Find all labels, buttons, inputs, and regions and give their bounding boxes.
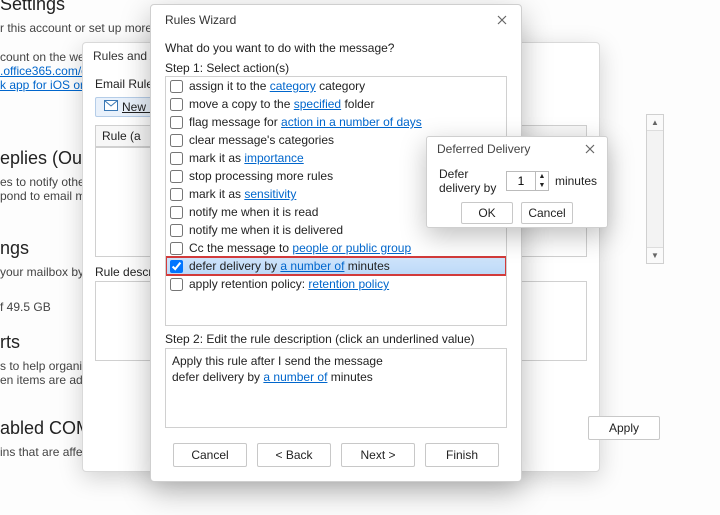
action-label: apply retention policy: retention policy bbox=[189, 277, 389, 291]
action-label: move a copy to the specified folder bbox=[189, 97, 374, 111]
defer-title: Deferred Delivery bbox=[437, 142, 530, 156]
bg-text: count on the web. bbox=[0, 50, 95, 64]
wizard-prompt: What do you want to do with the message? bbox=[165, 41, 507, 55]
action-row[interactable]: flag message for action in a number of d… bbox=[166, 113, 506, 131]
cancel-button[interactable]: Cancel bbox=[521, 202, 573, 224]
action-checkbox[interactable] bbox=[170, 242, 183, 255]
minutes-stepper[interactable]: ▲ ▼ bbox=[506, 171, 549, 191]
action-label: Cc the message to people or public group bbox=[189, 241, 411, 255]
action-checkbox[interactable] bbox=[170, 152, 183, 165]
action-label: mark it as sensitivity bbox=[189, 187, 296, 201]
action-label: clear message's categories bbox=[189, 133, 334, 147]
action-checkbox[interactable] bbox=[170, 170, 183, 183]
action-checkbox[interactable] bbox=[170, 260, 183, 273]
bg-link-office[interactable]: .office365.com/o bbox=[0, 64, 88, 78]
bg-link-app[interactable]: k app for iOS or A bbox=[0, 78, 95, 92]
defer-label: Defer delivery by bbox=[439, 167, 500, 195]
deferred-delivery-dialog: Deferred Delivery Defer delivery by ▲ ▼ … bbox=[426, 136, 608, 228]
action-link[interactable]: people or public group bbox=[292, 241, 411, 255]
action-link[interactable]: specified bbox=[294, 97, 341, 111]
desc-line1: Apply this rule after I send the message bbox=[172, 353, 500, 369]
bg-text: your mailbox by bbox=[0, 265, 84, 279]
scrollbar[interactable]: ▲ ▼ bbox=[646, 114, 664, 264]
rules-wizard-dialog: Rules Wizard What do you want to do with… bbox=[150, 4, 522, 482]
bg-text: r this account or set up more bbox=[0, 21, 152, 35]
rules-alerts-title: Rules and A bbox=[93, 49, 158, 63]
action-label: mark it as importance bbox=[189, 151, 304, 165]
scroll-down-icon[interactable]: ▼ bbox=[647, 247, 663, 263]
bg-text: f 49.5 GB bbox=[0, 300, 51, 314]
action-link[interactable]: retention policy bbox=[308, 277, 389, 291]
action-label: defer delivery by a number of minutes bbox=[189, 259, 390, 273]
step-down-icon[interactable]: ▼ bbox=[536, 181, 548, 190]
step1-label: Step 1: Select action(s) bbox=[165, 61, 507, 75]
next-button[interactable]: Next > bbox=[341, 443, 415, 467]
bg-heading-ngs: ngs bbox=[0, 238, 84, 259]
action-label: notify me when it is delivered bbox=[189, 223, 343, 237]
defer-unit: minutes bbox=[555, 174, 597, 188]
action-label: stop processing more rules bbox=[189, 169, 333, 183]
envelope-icon bbox=[104, 100, 118, 114]
step2-label: Step 2: Edit the rule description (click… bbox=[165, 332, 507, 346]
action-link[interactable]: category bbox=[270, 79, 316, 93]
action-checkbox[interactable] bbox=[170, 116, 183, 129]
action-checkbox[interactable] bbox=[170, 134, 183, 147]
action-link[interactable]: sensitivity bbox=[244, 187, 296, 201]
action-row[interactable]: assign it to the category category bbox=[166, 77, 506, 95]
action-label: flag message for action in a number of d… bbox=[189, 115, 422, 129]
ok-button[interactable]: OK bbox=[461, 202, 513, 224]
action-link[interactable]: a number of bbox=[280, 259, 344, 273]
rule-description-editor[interactable]: Apply this rule after I send the message… bbox=[165, 348, 507, 428]
action-row[interactable]: move a copy to the specified folder bbox=[166, 95, 506, 113]
close-icon[interactable] bbox=[491, 9, 513, 31]
back-button[interactable]: < Back bbox=[257, 443, 331, 467]
action-checkbox[interactable] bbox=[170, 278, 183, 291]
action-checkbox[interactable] bbox=[170, 80, 183, 93]
action-checkbox[interactable] bbox=[170, 206, 183, 219]
action-row[interactable]: defer delivery by a number of minutes bbox=[166, 257, 506, 275]
desc-number-link[interactable]: a number of bbox=[263, 370, 327, 384]
step-up-icon[interactable]: ▲ bbox=[536, 172, 548, 181]
action-checkbox[interactable] bbox=[170, 98, 183, 111]
action-link[interactable]: importance bbox=[244, 151, 303, 165]
action-label: notify me when it is read bbox=[189, 205, 318, 219]
desc-line2: defer delivery by a number of minutes bbox=[172, 369, 500, 385]
apply-button[interactable]: Apply bbox=[588, 416, 660, 440]
action-row[interactable]: Cc the message to people or public group bbox=[166, 239, 506, 257]
action-row[interactable]: apply retention policy: retention policy bbox=[166, 275, 506, 293]
bg-heading-settings: Settings bbox=[0, 0, 152, 15]
finish-button[interactable]: Finish bbox=[425, 443, 499, 467]
action-link[interactable]: action in a number of days bbox=[281, 115, 422, 129]
action-checkbox[interactable] bbox=[170, 188, 183, 201]
scroll-up-icon[interactable]: ▲ bbox=[647, 115, 663, 131]
action-label: assign it to the category category bbox=[189, 79, 365, 93]
action-checkbox[interactable] bbox=[170, 224, 183, 237]
wizard-title: Rules Wizard bbox=[165, 13, 236, 27]
close-icon[interactable] bbox=[579, 138, 601, 160]
cancel-button[interactable]: Cancel bbox=[173, 443, 247, 467]
minutes-input[interactable] bbox=[507, 172, 535, 190]
